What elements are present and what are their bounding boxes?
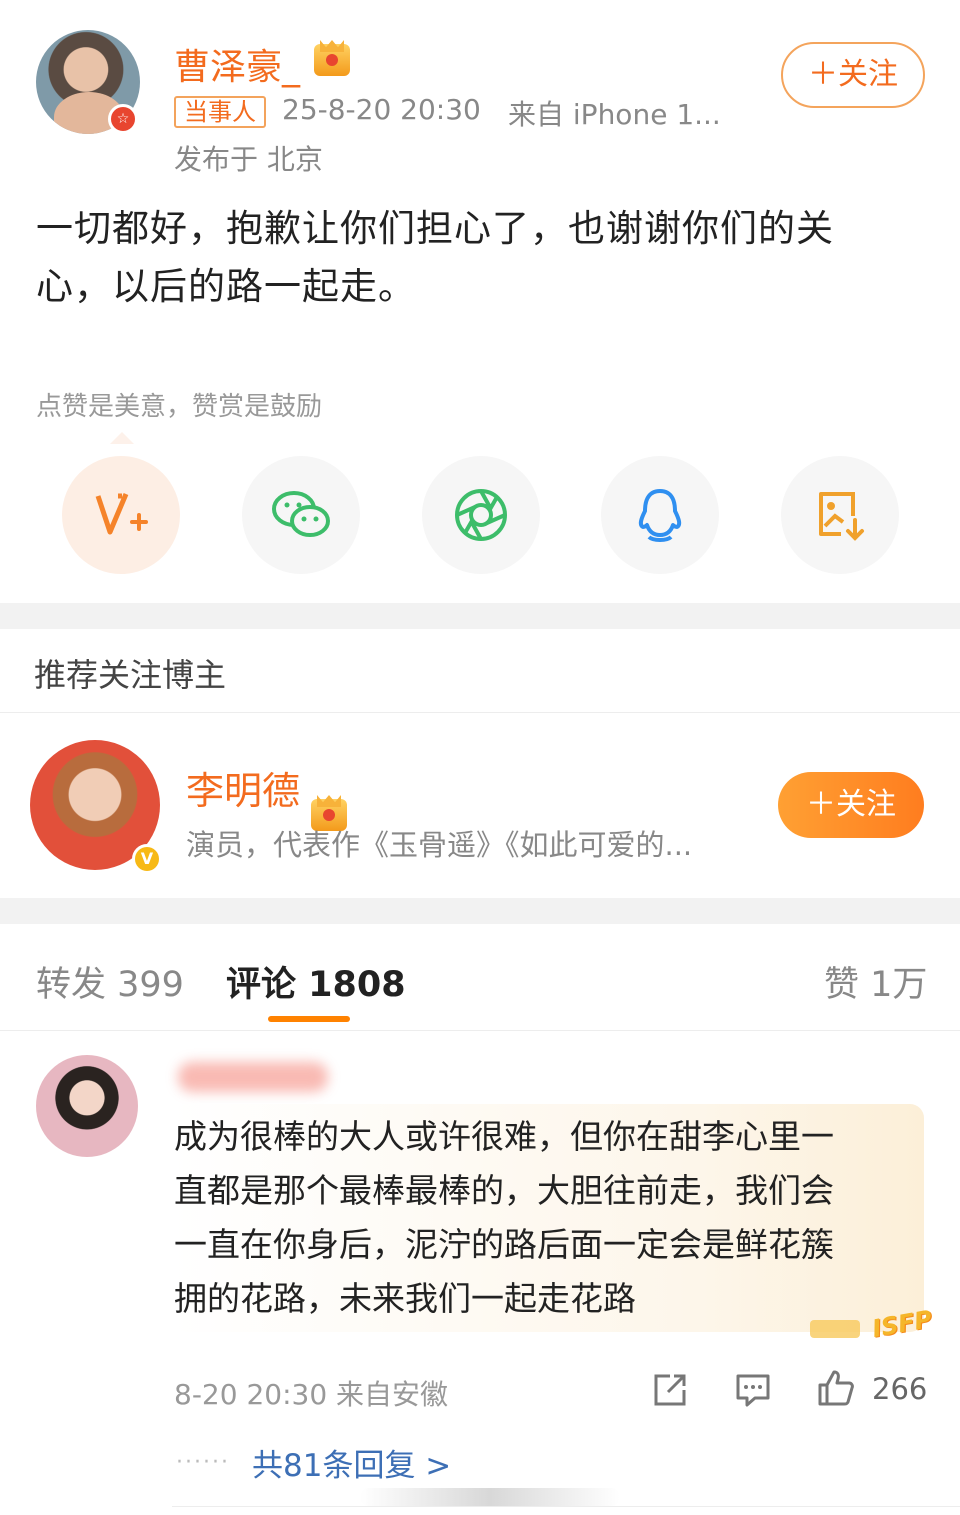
post-text-line: 一切都好，抱歉让你们担心了，也谢谢你们的关 (36, 207, 834, 250)
commenter-avatar[interactable] (36, 1055, 138, 1157)
like-comment-button[interactable] (816, 1368, 856, 1412)
view-replies-link[interactable]: 共81条回复 > (252, 1440, 451, 1485)
vplus-icon (95, 493, 148, 535)
divider-line (172, 1506, 960, 1507)
share-comment-button[interactable] (650, 1370, 690, 1414)
tab-comments[interactable]: 评论 1808 (226, 956, 406, 1007)
post-text-line: 心，以后的路一起走。 (36, 265, 416, 308)
divider-line (0, 712, 960, 713)
share-wechat-button[interactable] (242, 456, 360, 574)
reply-comment-button[interactable] (733, 1370, 773, 1414)
section-divider (0, 898, 960, 924)
divider-line (0, 1030, 960, 1031)
reward-hint: 点赞是美意，赞赏是鼓励 (36, 392, 323, 422)
moments-icon (455, 489, 507, 541)
watermark-fade (360, 1488, 620, 1506)
official-badge-icon: ☆ (108, 104, 138, 134)
vplus-reward-button[interactable] (62, 456, 180, 574)
verified-badge-icon: V (132, 844, 162, 874)
wechat-icon (272, 491, 330, 537)
share-qq-button[interactable] (601, 456, 719, 574)
tab-likes[interactable]: 赞 1万 (824, 956, 927, 1007)
comment-text-line: 直都是那个最棒最棒的，大胆往前走，我们会 (174, 1171, 834, 1210)
pointer-arrow (110, 432, 134, 444)
replies-dots: ······ (176, 1450, 230, 1475)
follow-recommended-button[interactable]: ＋关注 (778, 772, 924, 838)
decoration-sticker-icon (810, 1320, 860, 1338)
tab-repost[interactable]: 转发 399 (36, 956, 184, 1007)
save-image-button[interactable] (781, 456, 899, 574)
comment-text-line: 拥的花路，未来我们一起走花路 (174, 1279, 636, 1318)
share-moments-button[interactable] (422, 456, 540, 574)
follow-author-button[interactable]: ＋关注 (781, 42, 925, 108)
author-name[interactable]: 曹泽豪_ (174, 38, 300, 90)
post-timestamp: 25-8-20 20:30 (282, 93, 481, 126)
comment-text-line: 一直在你身后，泥泞的路后面一定会是鲜花簇 (174, 1225, 834, 1264)
post-body: 一切都好，抱歉让你们担心了，也谢谢你们的关 心，以后的路一起走。 (36, 200, 936, 316)
section-divider (0, 603, 960, 629)
comment-meta: 8-20 20:30 来自安徽 (174, 1378, 449, 1411)
comment-body: 成为很棒的大人或许很难，但你在甜李心里一 直都是那个最棒最棒的，大胆往前走，我们… (174, 1110, 934, 1326)
like-count: 266 (872, 1372, 928, 1406)
thumbs-up-icon (818, 1370, 854, 1406)
post-source: 来自 iPhone 1... (508, 98, 721, 131)
share-arrow-icon (654, 1374, 686, 1406)
comment-text-line: 成为很棒的大人或许很难，但你在甜李心里一 (174, 1117, 834, 1156)
author-tag: 当事人 (174, 96, 266, 128)
vip-crown-icon (314, 44, 350, 76)
comment-bubble-icon (736, 1374, 770, 1407)
recommended-name[interactable]: 李明德 (186, 760, 300, 815)
save-image-icon (819, 492, 864, 541)
active-tab-indicator (268, 1016, 350, 1022)
post-location: 发布于 北京 (174, 143, 323, 176)
recommend-section-title: 推荐关注博主 (34, 656, 227, 694)
qq-icon (638, 489, 682, 542)
recommended-description: 演员，代表作《玉骨遥》《如此可爱的... (186, 828, 693, 862)
commenter-name-blurred[interactable] (178, 1062, 328, 1092)
